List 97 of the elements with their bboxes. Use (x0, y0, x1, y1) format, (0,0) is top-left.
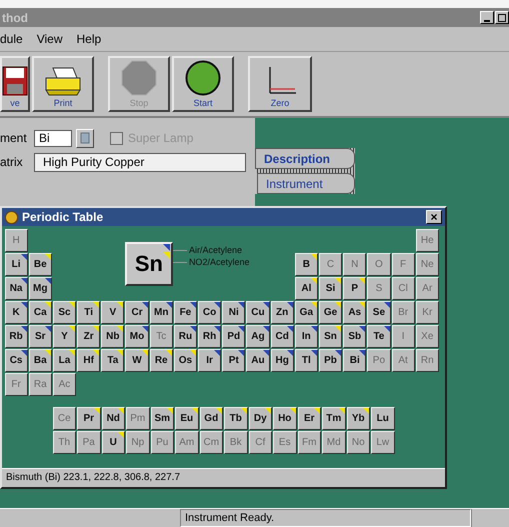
element-tile[interactable]: W (125, 348, 149, 372)
print-button[interactable]: Print (32, 56, 94, 112)
element-tile[interactable]: Rb (4, 324, 28, 348)
matrix-field[interactable]: High Purity Copper (34, 152, 246, 172)
element-tile[interactable]: Pd (222, 324, 246, 348)
element-tile[interactable]: Ba (28, 348, 52, 372)
element-tile[interactable]: Lu (371, 406, 394, 430)
element-tile[interactable]: Ir (198, 348, 222, 372)
element-info-text: Bismuth (Bi) 223.1, 222.8, 306.8, 227.7 (2, 468, 445, 487)
circle-icon (185, 60, 221, 96)
element-tile[interactable]: Tm (322, 406, 346, 430)
element-tile[interactable]: Sb (343, 324, 366, 348)
printer-icon (43, 66, 83, 96)
element-tile[interactable]: Cu (246, 300, 270, 324)
element-tile[interactable]: As (343, 300, 366, 324)
element-tile[interactable]: Ti (77, 300, 100, 324)
element-tile[interactable]: Sr (28, 324, 52, 348)
element-tile[interactable]: Au (246, 348, 270, 372)
element-tile[interactable]: Sm (150, 406, 174, 430)
element-tile[interactable]: U (102, 430, 125, 454)
element-tile[interactable]: Ru (174, 324, 197, 348)
maximize-button[interactable] (495, 11, 509, 24)
element-tile[interactable]: Tb (224, 406, 248, 430)
matrix-label: atrix (0, 155, 24, 169)
minimize-icon (484, 20, 490, 22)
minimize-button[interactable] (480, 11, 494, 24)
element-tile[interactable]: Ho (273, 406, 296, 430)
element-tile[interactable]: Pr (77, 406, 100, 430)
element-tile[interactable]: Nd (102, 406, 125, 430)
element-tile[interactable]: Os (174, 348, 197, 372)
start-button[interactable]: Start (172, 56, 234, 112)
element-tile[interactable]: Na (4, 276, 28, 300)
element-tile[interactable]: Re (150, 348, 173, 372)
app-icon (5, 210, 18, 224)
element-tile[interactable]: Li (4, 252, 28, 276)
element-tile[interactable]: Ca (28, 300, 52, 324)
menu-item[interactable]: dule (0, 32, 23, 46)
element-tile[interactable]: Pt (222, 348, 246, 372)
element-tile[interactable]: Hf (77, 348, 100, 372)
status-message: Instrument Ready. (180, 509, 471, 527)
element-tile[interactable]: Co (198, 300, 222, 324)
menu-item[interactable]: Help (76, 32, 102, 46)
element-tile[interactable]: Nb (101, 324, 124, 348)
element-tile[interactable]: Cs (4, 348, 28, 372)
element-tile[interactable]: Zr (77, 324, 100, 348)
element-tile[interactable]: Ta (101, 348, 124, 372)
window-title: Periodic Table (22, 210, 104, 224)
element-tile[interactable]: Ni (222, 300, 246, 324)
maximize-icon (498, 14, 506, 22)
tab[interactable]: Description (255, 148, 355, 169)
element-tile[interactable]: Cr (125, 300, 149, 324)
element-tile[interactable]: Er (298, 406, 321, 430)
element-tile[interactable]: Sn (318, 324, 342, 348)
element-tile[interactable]: Bi (343, 348, 366, 372)
element-tile[interactable]: B (294, 252, 318, 276)
element-tile[interactable]: Hg (270, 348, 294, 372)
element-tile[interactable]: Dy (248, 406, 272, 430)
element-tile[interactable]: Yb (346, 406, 370, 430)
element-tile[interactable]: V (101, 300, 124, 324)
element-tile[interactable]: Ga (294, 300, 318, 324)
selected-element-tile: Sn (124, 242, 173, 286)
window-title: thod (2, 10, 28, 24)
tab[interactable]: Instrument (257, 173, 355, 194)
element-tile[interactable]: Fe (174, 300, 197, 324)
octagon-icon (121, 60, 157, 96)
element-label: ment (0, 131, 28, 145)
legend-label: Air/Acetylene (188, 245, 242, 255)
element-tile[interactable]: Rh (198, 324, 222, 348)
element-tile[interactable]: Sc (52, 300, 76, 324)
element-tile[interactable]: Mg (28, 276, 52, 300)
element-tile[interactable]: La (52, 348, 76, 372)
element-tile[interactable]: Mn (150, 300, 173, 324)
element-tile[interactable]: Zn (270, 300, 294, 324)
element-tile[interactable]: Si (318, 276, 342, 300)
save-button[interactable]: ve (0, 56, 30, 112)
element-tile[interactable]: Te (367, 324, 390, 348)
element-tile[interactable]: Mo (125, 324, 149, 348)
element-tile[interactable]: Al (294, 276, 318, 300)
element-tile[interactable]: Tl (294, 348, 318, 372)
element-tile[interactable]: Y (52, 324, 76, 348)
element-tile[interactable]: Be (28, 252, 52, 276)
legend-label: NO2/Acetylene (188, 257, 250, 267)
element-tile[interactable]: Se (367, 300, 390, 324)
element-tile[interactable]: Ag (246, 324, 270, 348)
element-tile[interactable]: Gd (200, 406, 223, 430)
element-tile[interactable]: Eu (175, 406, 198, 430)
element-field[interactable]: Bi (34, 130, 72, 146)
element-tile[interactable]: Cd (270, 324, 294, 348)
menu-item[interactable]: View (36, 32, 62, 46)
element-tile[interactable]: In (294, 324, 318, 348)
zero-button[interactable]: Zero (248, 56, 312, 112)
element-tile[interactable]: K (4, 300, 28, 324)
element-tile[interactable]: Ge (318, 300, 342, 324)
element-tile[interactable]: Pb (318, 348, 342, 372)
close-button[interactable]: × (426, 210, 442, 224)
element-tile[interactable]: P (343, 276, 366, 300)
picker-button[interactable] (76, 128, 94, 148)
